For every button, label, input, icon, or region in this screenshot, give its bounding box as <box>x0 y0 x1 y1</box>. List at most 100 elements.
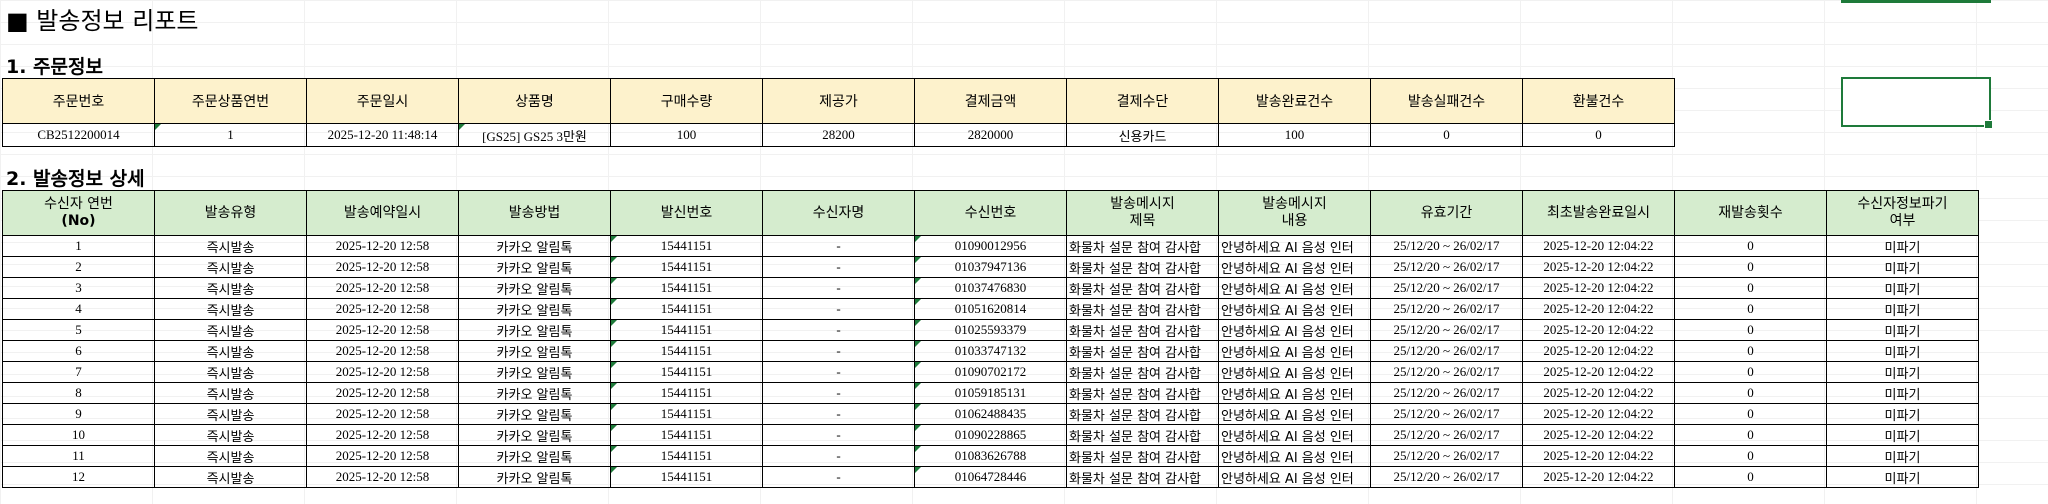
detail-cell[interactable]: 즉시발송 <box>154 403 307 425</box>
detail-cell[interactable]: - <box>762 466 915 488</box>
detail-cell[interactable]: 01059185131 <box>914 382 1067 404</box>
detail-cell[interactable]: 2025-12-20 12:04:22 <box>1522 256 1675 278</box>
detail-cell[interactable]: 즉시발송 <box>154 235 307 257</box>
detail-cell[interactable]: 안녕하세요 AI 음성 인터 <box>1218 361 1371 383</box>
detail-cell[interactable]: 미파기 <box>1826 382 1979 404</box>
detail-cell[interactable]: 25/12/20 ~ 26/02/17 <box>1370 445 1523 467</box>
detail-cell[interactable]: 0 <box>1674 277 1827 299</box>
detail-cell[interactable]: - <box>762 340 915 362</box>
detail-cell[interactable]: 7 <box>2 361 155 383</box>
detail-cell[interactable]: 2025-12-20 12:04:22 <box>1522 361 1675 383</box>
detail-header-cell[interactable]: 유효기간 <box>1370 190 1523 236</box>
active-cell[interactable] <box>1841 77 1993 129</box>
detail-cell[interactable]: 안녕하세요 AI 음성 인터 <box>1218 403 1371 425</box>
detail-cell[interactable]: 15441151 <box>610 466 763 488</box>
detail-cell[interactable]: 01051620814 <box>914 298 1067 320</box>
detail-cell[interactable]: 10 <box>2 424 155 446</box>
detail-cell[interactable]: 미파기 <box>1826 424 1979 446</box>
detail-cell[interactable]: 25/12/20 ~ 26/02/17 <box>1370 403 1523 425</box>
detail-cell[interactable]: 25/12/20 ~ 26/02/17 <box>1370 382 1523 404</box>
detail-cell[interactable]: 2025-12-20 12:58 <box>306 298 459 320</box>
detail-cell[interactable]: 5 <box>2 319 155 341</box>
detail-cell[interactable]: 6 <box>2 340 155 362</box>
detail-cell[interactable]: - <box>762 235 915 257</box>
order-header-cell[interactable]: 제공가 <box>762 78 915 124</box>
detail-cell[interactable]: 25/12/20 ~ 26/02/17 <box>1370 340 1523 362</box>
detail-cell[interactable]: 2025-12-20 12:04:22 <box>1522 466 1675 488</box>
detail-header-cell[interactable]: 발신번호 <box>610 190 763 236</box>
detail-cell[interactable]: 2025-12-20 12:58 <box>306 340 459 362</box>
detail-cell[interactable]: 01090228865 <box>914 424 1067 446</box>
detail-cell[interactable]: 미파기 <box>1826 340 1979 362</box>
order-cell[interactable]: [GS25] GS25 3만원 <box>458 123 611 147</box>
detail-cell[interactable]: 2025-12-20 12:58 <box>306 256 459 278</box>
detail-header-cell[interactable]: 수신자 연번 (No) <box>2 190 155 236</box>
detail-cell[interactable]: 25/12/20 ~ 26/02/17 <box>1370 361 1523 383</box>
detail-header-cell[interactable]: 발송방법 <box>458 190 611 236</box>
detail-header-cell[interactable]: 최초발송완료일시 <box>1522 190 1675 236</box>
detail-cell[interactable]: 카카오 알림톡 <box>458 319 611 341</box>
detail-cell[interactable]: 01083626788 <box>914 445 1067 467</box>
detail-cell[interactable]: 01064728446 <box>914 466 1067 488</box>
detail-cell[interactable]: 즉시발송 <box>154 382 307 404</box>
detail-cell[interactable]: 화물차 설문 참여 감사합 <box>1066 340 1219 362</box>
detail-cell[interactable]: - <box>762 298 915 320</box>
order-cell[interactable]: 0 <box>1522 123 1675 147</box>
detail-cell[interactable]: - <box>762 445 915 467</box>
order-header-cell[interactable]: 주문번호 <box>2 78 155 124</box>
order-header-cell[interactable]: 구매수량 <box>610 78 763 124</box>
order-cell[interactable]: 2820000 <box>914 123 1067 147</box>
detail-cell[interactable]: 0 <box>1674 466 1827 488</box>
detail-cell[interactable]: 미파기 <box>1826 235 1979 257</box>
detail-cell[interactable]: 안녕하세요 AI 음성 인터 <box>1218 235 1371 257</box>
detail-cell[interactable]: 2025-12-20 12:58 <box>306 319 459 341</box>
detail-cell[interactable]: - <box>762 277 915 299</box>
order-cell[interactable]: 100 <box>610 123 763 147</box>
detail-cell[interactable]: 8 <box>2 382 155 404</box>
detail-cell[interactable]: 15441151 <box>610 319 763 341</box>
detail-cell[interactable]: 미파기 <box>1826 277 1979 299</box>
detail-cell[interactable]: 화물차 설문 참여 감사합 <box>1066 235 1219 257</box>
detail-cell[interactable]: 25/12/20 ~ 26/02/17 <box>1370 277 1523 299</box>
detail-cell[interactable]: 화물차 설문 참여 감사합 <box>1066 298 1219 320</box>
detail-cell[interactable]: 카카오 알림톡 <box>458 361 611 383</box>
detail-cell[interactable]: 01037947136 <box>914 256 1067 278</box>
detail-cell[interactable]: 0 <box>1674 382 1827 404</box>
detail-cell[interactable]: 카카오 알림톡 <box>458 403 611 425</box>
detail-cell[interactable]: 미파기 <box>1826 361 1979 383</box>
detail-header-cell[interactable]: 발송예약일시 <box>306 190 459 236</box>
order-cell[interactable]: 28200 <box>762 123 915 147</box>
detail-cell[interactable]: 1 <box>2 235 155 257</box>
detail-cell[interactable]: 미파기 <box>1826 256 1979 278</box>
detail-header-cell[interactable]: 수신번호 <box>914 190 1067 236</box>
order-cell[interactable]: 1 <box>154 123 307 147</box>
order-header-cell[interactable]: 환불건수 <box>1522 78 1675 124</box>
detail-cell[interactable]: 0 <box>1674 403 1827 425</box>
order-cell[interactable]: 신용카드 <box>1066 123 1219 147</box>
detail-cell[interactable]: 2025-12-20 12:58 <box>306 277 459 299</box>
detail-cell[interactable]: 01025593379 <box>914 319 1067 341</box>
detail-cell[interactable]: 15441151 <box>610 382 763 404</box>
order-header-cell[interactable]: 주문일시 <box>306 78 459 124</box>
detail-cell[interactable]: 01033747132 <box>914 340 1067 362</box>
detail-cell[interactable]: 2025-12-20 12:04:22 <box>1522 403 1675 425</box>
detail-header-cell[interactable]: 수신자정보파기 여부 <box>1826 190 1979 236</box>
detail-cell[interactable]: 즉시발송 <box>154 361 307 383</box>
detail-cell[interactable]: 카카오 알림톡 <box>458 256 611 278</box>
detail-cell[interactable]: 2025-12-20 12:58 <box>306 382 459 404</box>
detail-cell[interactable]: 0 <box>1674 361 1827 383</box>
detail-cell[interactable]: 2025-12-20 12:58 <box>306 361 459 383</box>
detail-cell[interactable]: 즉시발송 <box>154 298 307 320</box>
detail-cell[interactable]: 0 <box>1674 445 1827 467</box>
detail-cell[interactable]: 안녕하세요 AI 음성 인터 <box>1218 298 1371 320</box>
order-cell[interactable]: 100 <box>1218 123 1371 147</box>
detail-cell[interactable]: 15441151 <box>610 424 763 446</box>
detail-cell[interactable]: 카카오 알림톡 <box>458 424 611 446</box>
detail-cell[interactable]: 2025-12-20 12:04:22 <box>1522 298 1675 320</box>
detail-cell[interactable]: 화물차 설문 참여 감사합 <box>1066 277 1219 299</box>
detail-cell[interactable]: 15441151 <box>610 361 763 383</box>
detail-cell[interactable]: 즉시발송 <box>154 445 307 467</box>
fill-handle[interactable] <box>1984 120 1993 129</box>
detail-cell[interactable]: 안녕하세요 AI 음성 인터 <box>1218 424 1371 446</box>
detail-cell[interactable]: 2025-12-20 12:04:22 <box>1522 277 1675 299</box>
